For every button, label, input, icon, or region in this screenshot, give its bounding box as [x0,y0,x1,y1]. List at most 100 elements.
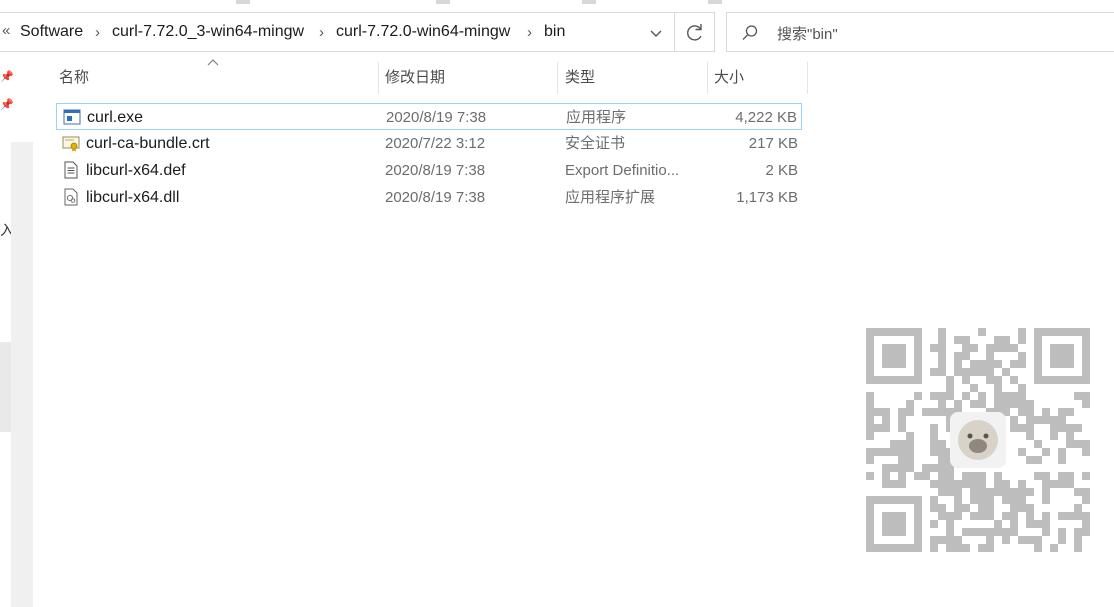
breadcrumb-software[interactable]: Software [20,23,83,41]
chevron-right-icon[interactable]: › [527,24,532,41]
qr-module [1042,512,1050,520]
file-name[interactable]: curl-ca-bundle.crt [86,130,210,157]
pin-icon[interactable]: 📌 [0,98,14,111]
qr-module [938,400,946,408]
chevron-down-icon[interactable] [646,23,666,43]
column-header-date[interactable]: 修改日期 [385,62,445,94]
qr-module [1010,512,1018,520]
qr-module [1026,512,1034,520]
file-size: 2 KB [765,162,798,179]
file-name[interactable]: libcurl-x64.dll [86,184,179,211]
qr-module [1050,424,1058,432]
qr-module [978,496,986,504]
qr-module [938,472,946,480]
qr-module [938,440,946,448]
column-divider[interactable] [378,62,379,94]
qr-module [898,440,906,448]
qr-module [898,456,906,464]
qr-module [906,432,914,440]
qr-module [1066,480,1074,488]
qr-module [1042,472,1050,480]
qr-module [1010,496,1018,504]
breadcrumb-bin[interactable]: bin [544,23,565,41]
chevron-right-icon[interactable]: › [95,24,100,41]
qr-module [970,496,978,504]
breadcrumb-curl-folder[interactable]: curl-7.72.0-win64-mingw [336,23,510,41]
search-box[interactable]: 搜索"bin" [726,12,1114,52]
qr-module [1066,432,1074,440]
qr-module [914,472,922,480]
qr-module [986,368,994,376]
qr-module [1066,440,1074,448]
column-divider[interactable] [557,62,558,94]
qr-module [1058,448,1066,456]
qr-module [1026,488,1034,496]
qr-module [1010,520,1018,528]
qr-module [882,464,890,472]
qr-module [1042,448,1050,456]
qr-module [922,464,930,472]
file-row[interactable]: libcurl-x64.dll 2020/8/19 7:38 应用程序扩展 1,… [56,184,802,211]
qr-module [890,480,898,488]
column-divider[interactable] [707,62,708,94]
qr-module [1074,536,1082,544]
qr-module [1066,472,1074,480]
qr-module [1010,528,1018,536]
file-name[interactable]: curl.exe [87,104,143,131]
column-divider[interactable] [807,62,808,94]
qr-module [930,480,938,488]
qr-module [1002,336,1010,344]
column-header-name[interactable]: 名称 [59,62,89,94]
qr-module [986,360,994,368]
qr-module [930,432,938,440]
qr-module [1074,392,1082,400]
column-header-size[interactable]: 大小 [714,62,744,94]
qr-module [962,544,970,552]
qr-module [946,488,954,496]
qr-module [930,520,938,528]
file-row[interactable]: curl-ca-bundle.crt 2020/7/22 3:12 安全证书 2… [56,130,802,157]
qr-module [882,472,890,480]
qr-module [986,496,994,504]
nav-scrollbar[interactable] [11,142,33,607]
qr-module [978,472,986,480]
qr-module [994,520,1002,528]
address-bar[interactable]: « Software › curl-7.72.0_3-win64-mingw ›… [0,12,675,52]
breadcrumb-overflow-icon[interactable]: « [2,22,10,39]
qr-module [1026,520,1034,528]
qr-module [1034,536,1042,544]
nav-selection-edge [0,342,11,432]
chevron-right-icon[interactable]: › [319,24,324,41]
qr-module [866,416,874,424]
qr-module [986,536,994,544]
breadcrumb-curl-release[interactable]: curl-7.72.0_3-win64-mingw [112,23,304,41]
qr-module [938,352,946,360]
qr-module [1026,408,1034,416]
column-header-type[interactable]: 类型 [565,62,595,94]
qr-module [954,496,962,504]
qr-module [1058,480,1066,488]
pug-eye [967,433,973,439]
qr-module [1082,488,1090,496]
file-name[interactable]: libcurl-x64.def [86,157,186,184]
file-row[interactable]: curl.exe 2020/8/19 7:38 应用程序 4,222 KB [56,103,802,130]
qr-module [866,456,874,464]
qr-module [1074,512,1082,520]
qr-module [1018,536,1026,544]
search-input[interactable]: 搜索"bin" [777,23,838,44]
qr-module [1034,440,1042,448]
qr-finder-center [882,344,906,368]
qr-module [994,392,1002,400]
file-row[interactable]: libcurl-x64.def 2020/8/19 7:38 Export De… [56,157,802,184]
qr-module [1042,480,1050,488]
qr-module [978,528,986,536]
qr-module [994,472,1002,480]
qr-module [906,448,914,456]
qr-module [970,384,978,392]
pin-icon[interactable]: 📌 [0,70,14,83]
qr-module [882,480,890,488]
refresh-button[interactable] [675,12,715,52]
qr-module [1018,448,1026,456]
qr-module [938,464,946,472]
qr-module [938,336,946,344]
